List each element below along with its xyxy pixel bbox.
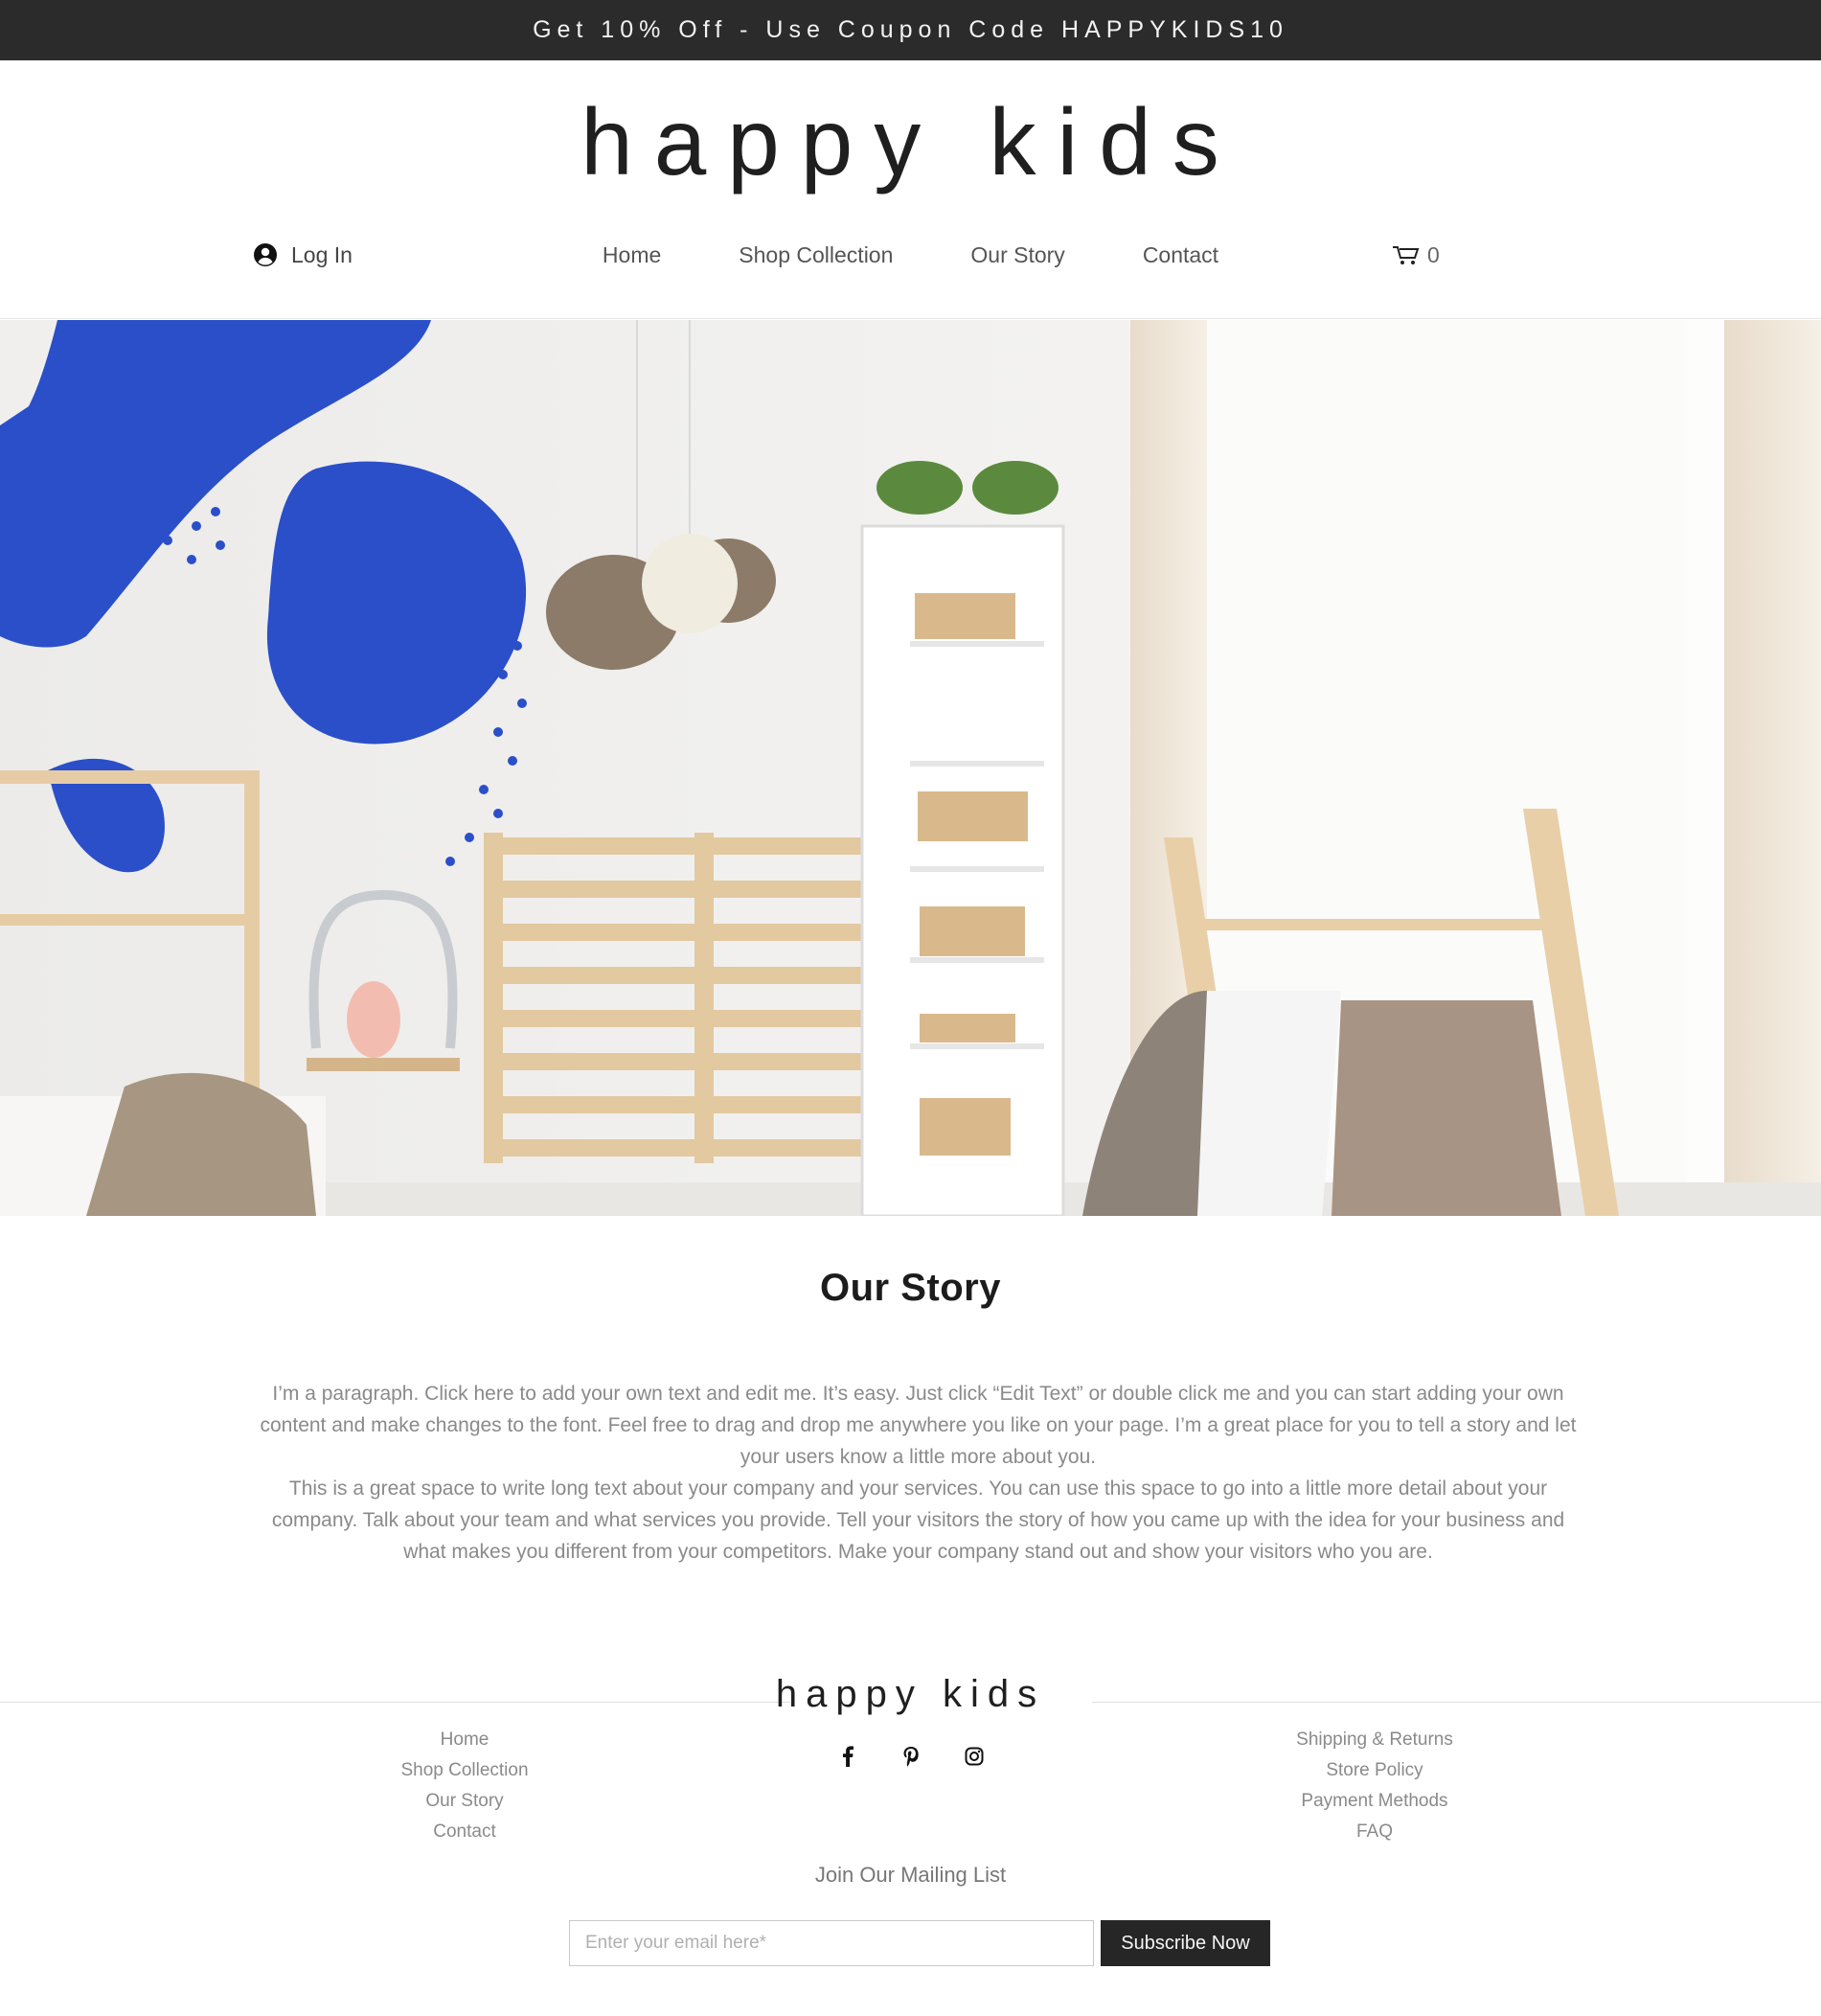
mailing-list-title: Join Our Mailing List	[814, 1863, 1007, 1887]
nav-links: Home Shop Collection Our Story Contact	[0, 236, 1821, 274]
footer-logo[interactable]: happy kids	[0, 1673, 1821, 1716]
footer-link-our-story[interactable]: Our Story	[321, 1786, 608, 1817]
social-links	[0, 1746, 1821, 1767]
cart-count: 0	[1427, 241, 1440, 267]
nav-item-home[interactable]: Home	[603, 242, 661, 268]
instagram-icon[interactable]	[964, 1746, 985, 1767]
email-field[interactable]	[569, 1920, 1094, 1966]
nav-item-our-story[interactable]: Our Story	[970, 242, 1064, 268]
footer-link-contact[interactable]: Contact	[321, 1817, 608, 1847]
footer-link-payment-methods[interactable]: Payment Methods	[1231, 1786, 1518, 1817]
story-paragraph-2: This is a great space to write long text…	[271, 1478, 1565, 1563]
header-divider	[0, 318, 1821, 319]
cart-button[interactable]: 0	[1391, 236, 1440, 274]
hero-image	[0, 320, 1821, 1216]
story-paragraph-1: I’m a paragraph. Click here to add your …	[260, 1383, 1577, 1468]
page-title: Our Story	[820, 1267, 1001, 1309]
facebook-icon[interactable]	[837, 1746, 858, 1767]
footer-link-store-policy[interactable]: Store Policy	[1231, 1755, 1518, 1786]
pinterest-icon[interactable]	[900, 1746, 922, 1767]
promo-bar: Get 10% Off - Use Coupon Code HAPPYKIDS1…	[0, 0, 1821, 60]
nav-item-contact[interactable]: Contact	[1143, 242, 1218, 268]
footer-nav-left: Home Shop Collection Our Story Contact	[321, 1725, 608, 1847]
cart-icon	[1393, 246, 1420, 264]
main-nav-row: Log In Home Shop Collection Our Story Co…	[0, 236, 1821, 274]
nav-item-shop-collection[interactable]: Shop Collection	[739, 242, 893, 268]
footer-nav-right: Shipping & Returns Store Policy Payment …	[1231, 1725, 1518, 1847]
footer-link-faq[interactable]: FAQ	[1231, 1817, 1518, 1847]
promo-text: Get 10% Off - Use Coupon Code HAPPYKIDS1…	[533, 16, 1288, 43]
subscribe-button[interactable]: Subscribe Now	[1101, 1920, 1270, 1966]
kids-room-illustration	[0, 320, 1821, 1216]
footer-link-shipping-returns[interactable]: Shipping & Returns	[1231, 1725, 1518, 1755]
story-text: I’m a paragraph. Click here to add your …	[251, 1378, 1585, 1568]
site-logo[interactable]: happy kids	[0, 84, 1821, 199]
